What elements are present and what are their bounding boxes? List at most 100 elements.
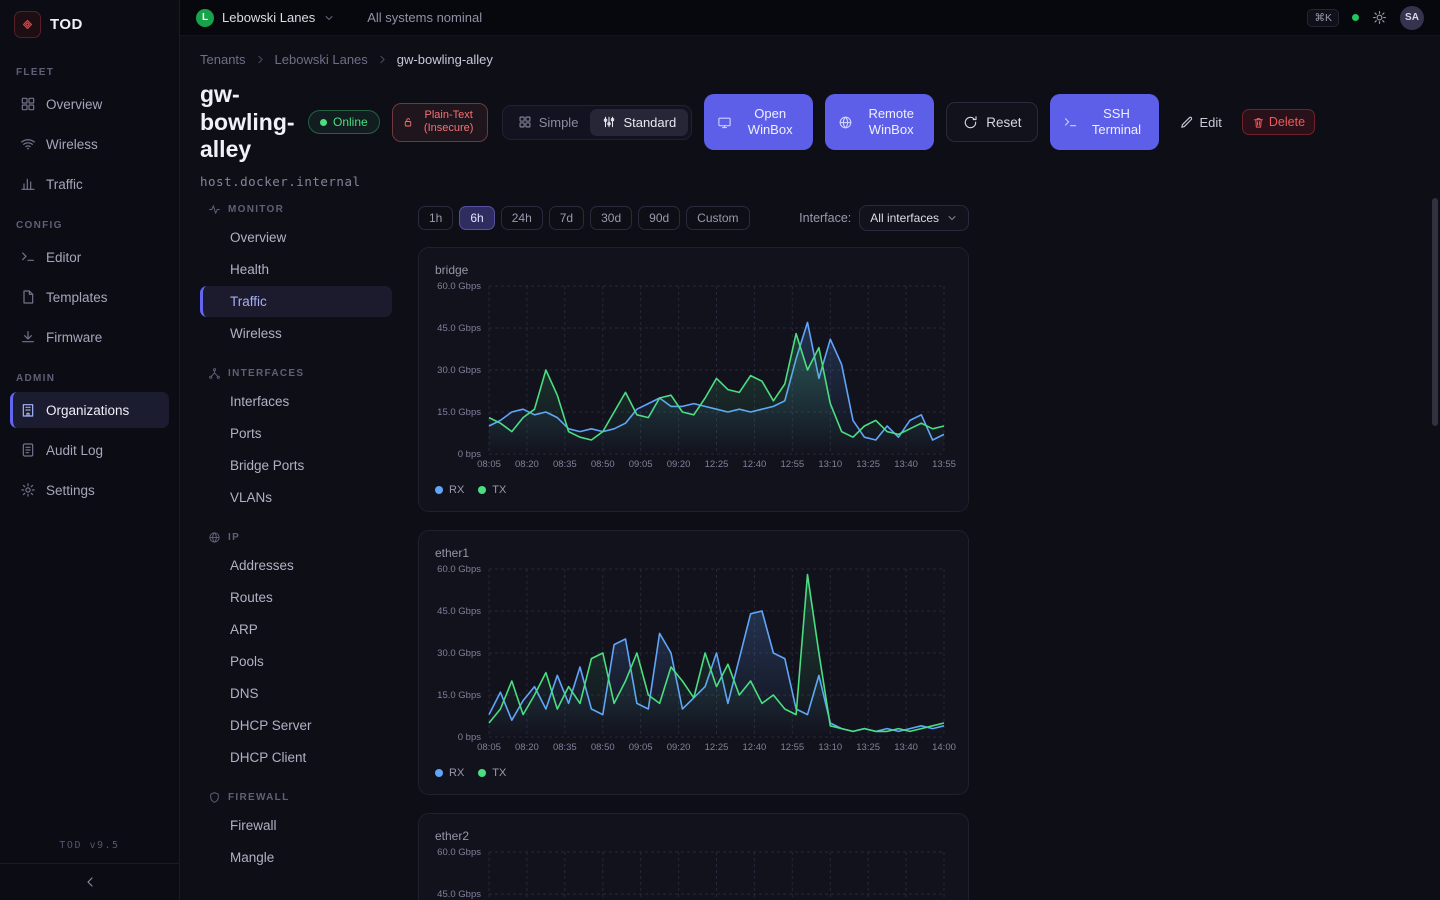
sidebar-item-label: Firmware: [46, 330, 102, 345]
sidebar-item-editor[interactable]: Editor: [10, 239, 169, 275]
y-axis-label: 15.0 Gbps: [437, 690, 481, 701]
edit-button[interactable]: Edit: [1171, 107, 1229, 137]
open-winbox-button[interactable]: Open WinBox: [704, 94, 813, 150]
x-axis-label: 09:05: [629, 742, 653, 753]
device-host: host.docker.internal: [200, 174, 1440, 189]
time-range-group: 1h6h 24h7d30d90dCustom: [418, 206, 750, 230]
range-30d-button[interactable]: 30d: [590, 206, 632, 230]
subnav-item-routes[interactable]: Routes: [200, 582, 392, 613]
y-axis-label: 60.0 Gbps: [437, 564, 481, 575]
app-name: TOD: [50, 16, 83, 33]
range-7d-button[interactable]: 7d: [549, 206, 584, 230]
sidebar-item-audit-log[interactable]: Audit Log: [10, 432, 169, 468]
breadcrumb-item[interactable]: Tenants: [200, 52, 246, 67]
traffic-chart-ether2: [489, 852, 944, 900]
y-axis: 0 bps15.0 Gbps30.0 Gbps45.0 Gbps60.0 Gbp…: [435, 286, 489, 473]
sidebar-section-admin: ADMIN: [16, 373, 163, 384]
subnav-item-health[interactable]: Health: [200, 254, 392, 285]
x-axis-label: 12:25: [705, 742, 729, 753]
range-6h-button[interactable]: 6h: [459, 206, 494, 230]
x-axis-label: 12:55: [780, 742, 804, 753]
page-scrollbar[interactable]: [1432, 198, 1438, 426]
mode-standard-button[interactable]: Standard: [590, 109, 688, 136]
command-palette-shortcut[interactable]: ⌘K: [1307, 9, 1339, 27]
range-24h-button[interactable]: 24h: [501, 206, 543, 230]
subnav-item-mangle[interactable]: Mangle: [200, 842, 392, 873]
wifi-icon: [20, 136, 36, 152]
x-axis-label: 09:20: [667, 742, 691, 753]
y-axis-label: 45.0 Gbps: [437, 606, 481, 617]
interface-select[interactable]: All interfaces: [859, 205, 969, 231]
legend-item-rx: RX: [435, 767, 464, 779]
legend-item-tx: TX: [478, 767, 506, 779]
collapse-sidebar-button[interactable]: [0, 863, 179, 900]
refresh-icon: [963, 115, 978, 130]
x-axis-label: 12:40: [743, 459, 767, 470]
sidebar-item-wireless[interactable]: Wireless: [10, 126, 169, 162]
sidebar-item-traffic[interactable]: Traffic: [10, 166, 169, 202]
x-axis-label: 12:25: [705, 459, 729, 470]
x-axis-label: 08:05: [477, 459, 501, 470]
sidebar-item-label: Wireless: [46, 137, 98, 152]
ssh-terminal-button[interactable]: SSH Terminal: [1050, 94, 1159, 150]
page-title: gw-bowling-alley: [200, 81, 296, 164]
download-icon: [20, 329, 36, 345]
y-axis: 0 bps15.0 Gbps30.0 Gbps45.0 Gbps60.0 Gbp…: [435, 852, 489, 900]
nodes-icon: [208, 367, 221, 380]
x-axis-label: 08:05: [477, 742, 501, 753]
range-1h-button[interactable]: 1h: [418, 206, 453, 230]
traffic-chart-ether1: [489, 569, 944, 737]
chevron-down-icon: [946, 212, 958, 224]
sidebar-item-organizations[interactable]: Organizations: [10, 392, 169, 428]
x-axis-label: 08:50: [591, 742, 615, 753]
subnav-item-dhcp-client[interactable]: DHCP Client: [200, 742, 392, 773]
subnav-item-addresses[interactable]: Addresses: [200, 550, 392, 581]
subnav-item-traffic[interactable]: Traffic: [200, 286, 392, 317]
x-axis-label: 12:40: [743, 742, 767, 753]
charts-column: 1h6h24h7d30d90dCustom Interface: All int…: [418, 199, 969, 900]
user-avatar[interactable]: SA: [1400, 6, 1424, 30]
range-90d-button[interactable]: 90d: [638, 206, 680, 230]
y-axis-label: 30.0 Gbps: [437, 648, 481, 659]
building-icon: [20, 402, 36, 418]
subnav-item-wireless[interactable]: Wireless: [200, 318, 392, 349]
x-axis-label: 13:25: [856, 459, 880, 470]
sidebar-item-label: Organizations: [46, 403, 129, 418]
remote-winbox-button[interactable]: Remote WinBox: [825, 94, 934, 150]
sidebar-item-overview[interactable]: Overview: [10, 86, 169, 122]
breadcrumb-item[interactable]: Lebowski Lanes: [275, 52, 368, 67]
subnav-item-interfaces[interactable]: Interfaces: [200, 386, 392, 417]
theme-toggle-icon[interactable]: [1372, 10, 1387, 25]
subnav-item-pools[interactable]: Pools: [200, 646, 392, 677]
subnav-item-overview[interactable]: Overview: [200, 222, 392, 253]
mode-simple-button[interactable]: Simple: [506, 109, 591, 136]
y-axis: 0 bps15.0 Gbps30.0 Gbps45.0 Gbps60.0 Gbp…: [435, 569, 489, 756]
sidebar-item-firmware[interactable]: Firmware: [10, 319, 169, 355]
sidebar-item-templates[interactable]: Templates: [10, 279, 169, 315]
sliders-icon: [602, 115, 616, 129]
subnav-item-bridge-ports[interactable]: Bridge Ports: [200, 450, 392, 481]
x-axis-label: 14:00: [932, 742, 956, 753]
status-badge-insecure: Plain-Text (Insecure): [392, 103, 488, 143]
subnav-item-vlans[interactable]: VLANs: [200, 482, 392, 513]
subnav-item-dhcp-server[interactable]: DHCP Server: [200, 710, 392, 741]
charts-list: bridge0 bps15.0 Gbps30.0 Gbps45.0 Gbps60…: [418, 247, 969, 900]
delete-button[interactable]: Delete: [1242, 109, 1315, 135]
range-custom-button[interactable]: Custom: [686, 206, 749, 230]
reset-button[interactable]: Reset: [946, 102, 1038, 142]
subnav-item-dns[interactable]: DNS: [200, 678, 392, 709]
subnav-item-arp[interactable]: ARP: [200, 614, 392, 645]
x-axis-label: 09:20: [667, 459, 691, 470]
subnav-item-ports[interactable]: Ports: [200, 418, 392, 449]
gear-icon: [20, 482, 36, 498]
chart-legend: RXTX: [435, 484, 952, 496]
globe-icon: [208, 531, 221, 544]
subnav-item-firewall[interactable]: Firewall: [200, 810, 392, 841]
tenant-switcher[interactable]: L Lebowski Lanes All systems nominal: [196, 9, 482, 27]
grid-small-icon: [518, 115, 532, 129]
x-axis-label: 08:20: [515, 742, 539, 753]
sidebar-item-label: Templates: [46, 290, 108, 305]
pencil-icon: [1179, 115, 1194, 130]
sidebar-item-settings[interactable]: Settings: [10, 472, 169, 508]
x-axis: 08:0508:2008:3508:5009:0509:2012:2512:40…: [489, 742, 944, 756]
